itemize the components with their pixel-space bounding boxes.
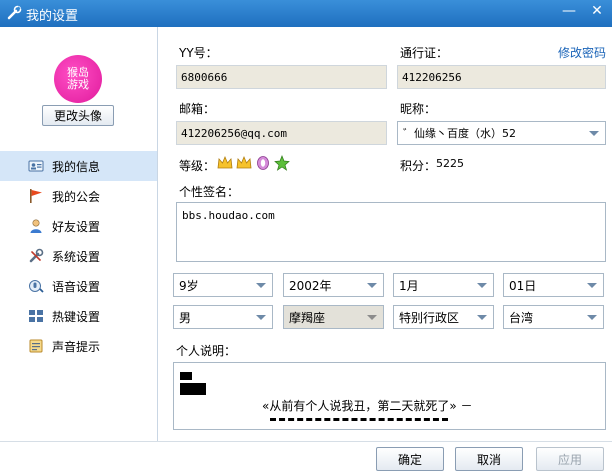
sidebar-item-label: 我的公会 bbox=[52, 189, 101, 204]
city-select[interactable]: 台湾 bbox=[503, 305, 604, 329]
sidebar-item-label: 系统设置 bbox=[52, 249, 101, 264]
bio-underline bbox=[270, 418, 448, 421]
bio-text: «从前有个人说我丑，第二天就死了» － bbox=[262, 399, 473, 413]
minimize-button[interactable]: — bbox=[556, 0, 582, 22]
apply-button: 应用 bbox=[536, 447, 604, 471]
points-label: 积分： bbox=[400, 159, 437, 173]
hotkey-icon bbox=[29, 310, 43, 322]
sidebar-item-label: 声音提示 bbox=[52, 339, 101, 354]
tools-icon bbox=[7, 5, 22, 20]
passport-field: 412206256 bbox=[397, 65, 606, 89]
gender-value: 男 bbox=[179, 310, 192, 325]
age-select[interactable]: 9岁 bbox=[173, 273, 273, 297]
sidebar-item-label: 我的信息 bbox=[52, 159, 101, 174]
crown-icon bbox=[236, 155, 252, 169]
chevron-down-icon bbox=[256, 283, 266, 288]
sidebar-nav: 我的信息 我的公会 好友设置 系统设置 语音设置 热键设置 声音提示 bbox=[0, 151, 157, 361]
footer-bar: 确定 取消 应用 bbox=[0, 441, 612, 472]
region-value: 特别行政区 bbox=[399, 310, 460, 325]
moon-icon bbox=[257, 156, 269, 170]
region-select[interactable]: 特别行政区 bbox=[393, 305, 494, 329]
signature-label: 个性签名： bbox=[179, 185, 240, 199]
sidebar-item-label: 热键设置 bbox=[52, 309, 101, 324]
sound-icon bbox=[29, 339, 43, 353]
sidebar-item-hotkey-settings[interactable]: 热键设置 bbox=[0, 301, 157, 331]
chevron-down-icon bbox=[589, 131, 599, 136]
sidebar-item-my-guild[interactable]: 我的公会 bbox=[0, 181, 157, 211]
id-card-icon bbox=[28, 160, 44, 172]
redacted-block bbox=[180, 372, 192, 380]
avatar: 猴岛 游戏 bbox=[54, 55, 102, 103]
title-bar: 我的设置 — ✕ bbox=[0, 0, 612, 27]
change-password-link[interactable]: 修改密码 bbox=[558, 44, 606, 61]
cancel-button[interactable]: 取消 bbox=[455, 447, 523, 471]
day-value: 01日 bbox=[509, 278, 537, 293]
sidebar-item-label: 好友设置 bbox=[52, 219, 101, 234]
bio-input[interactable]: «从前有个人说我丑，第二天就死了» － bbox=[173, 362, 606, 430]
nickname-value: ゛仙缘丶百度（水）52 bbox=[403, 127, 516, 140]
signature-input[interactable]: bbs.houdao.com bbox=[176, 202, 606, 262]
chevron-down-icon bbox=[477, 315, 487, 320]
flag-icon bbox=[30, 189, 42, 203]
crown-icon bbox=[217, 155, 233, 169]
zodiac-select: 摩羯座 bbox=[283, 305, 384, 329]
year-select[interactable]: 2002年 bbox=[283, 273, 384, 297]
gender-select[interactable]: 男 bbox=[173, 305, 273, 329]
window-title: 我的设置 bbox=[26, 9, 79, 24]
star-icon bbox=[274, 155, 290, 171]
friends-icon bbox=[30, 219, 42, 233]
sidebar-item-voice-settings[interactable]: 语音设置 bbox=[0, 271, 157, 301]
redacted-block bbox=[180, 383, 206, 395]
chevron-down-icon bbox=[587, 315, 597, 320]
sidebar-item-my-info[interactable]: 我的信息 bbox=[0, 151, 157, 181]
yy-number-label: YY号： bbox=[179, 46, 218, 60]
chevron-down-icon bbox=[256, 315, 266, 320]
zodiac-value: 摩羯座 bbox=[289, 310, 326, 325]
avatar-text-line2: 游戏 bbox=[67, 78, 89, 91]
tools-icon bbox=[29, 248, 44, 263]
month-value: 1月 bbox=[399, 278, 419, 293]
level-label: 等级： bbox=[179, 159, 216, 173]
passport-label: 通行证： bbox=[400, 46, 449, 60]
nickname-label: 昵称： bbox=[400, 102, 437, 116]
chevron-down-icon bbox=[587, 283, 597, 288]
chevron-down-icon bbox=[367, 315, 377, 320]
voice-icon bbox=[29, 280, 44, 293]
points-value: 5225 bbox=[436, 157, 464, 170]
year-value: 2002年 bbox=[289, 278, 332, 293]
sidebar-item-label: 语音设置 bbox=[52, 279, 101, 294]
email-label: 邮箱： bbox=[179, 102, 216, 116]
bio-label: 个人说明： bbox=[176, 344, 237, 358]
sidebar-item-friend-settings[interactable]: 好友设置 bbox=[0, 211, 157, 241]
ok-button[interactable]: 确定 bbox=[376, 447, 444, 471]
sidebar-item-system-settings[interactable]: 系统设置 bbox=[0, 241, 157, 271]
chevron-down-icon bbox=[477, 283, 487, 288]
age-value: 9岁 bbox=[179, 278, 199, 293]
day-select[interactable]: 01日 bbox=[503, 273, 604, 297]
sidebar-item-sound-alerts[interactable]: 声音提示 bbox=[0, 331, 157, 361]
chevron-down-icon bbox=[367, 283, 377, 288]
yy-number-field: 6800666 bbox=[176, 65, 387, 89]
month-select[interactable]: 1月 bbox=[393, 273, 494, 297]
email-field: 412206256@qq.com bbox=[176, 121, 387, 145]
sidebar: 猴岛 游戏 更改头像 我的信息 我的公会 好友设置 系统设置 语音设置 热键设置… bbox=[0, 27, 158, 441]
close-button[interactable]: ✕ bbox=[584, 0, 610, 22]
change-avatar-button[interactable]: 更改头像 bbox=[42, 105, 114, 126]
city-value: 台湾 bbox=[509, 310, 534, 325]
signature-value: bbs.houdao.com bbox=[182, 209, 275, 222]
nickname-input[interactable]: ゛仙缘丶百度（水）52 bbox=[397, 121, 606, 145]
